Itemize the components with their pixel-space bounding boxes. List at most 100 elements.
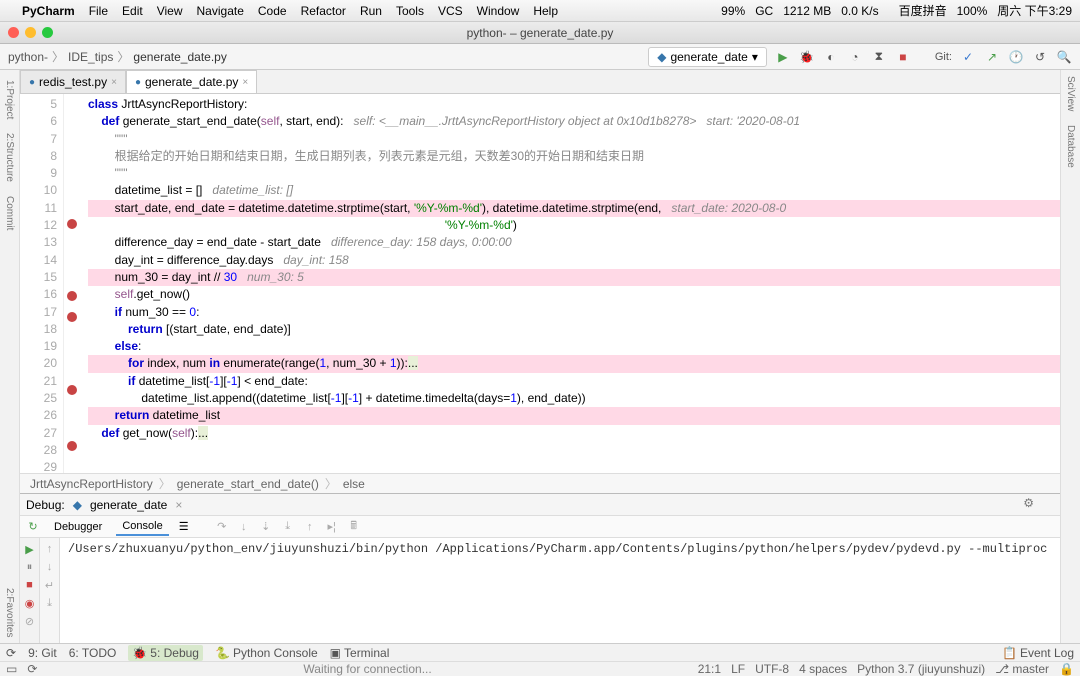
run-configuration-select[interactable]: ◆ generate_date ▾ <box>648 47 767 67</box>
python-console-tab[interactable]: 🐍 Python Console <box>215 646 318 660</box>
step-over-icon[interactable]: ↷ <box>215 520 229 534</box>
git-toolwindow-tab[interactable]: 9: Git <box>28 646 57 660</box>
debugger-tab[interactable]: Debugger <box>48 519 108 535</box>
right-tool-stripe: SciView Database <box>1060 70 1080 643</box>
resume-icon[interactable]: ▶ <box>23 542 37 556</box>
debug-toolwindow-tab[interactable]: 🐞 5: Debug <box>128 645 203 661</box>
scroll-end-icon[interactable]: ⤓ <box>43 596 57 610</box>
step-out-icon[interactable]: ↑ <box>303 520 317 534</box>
menu-help[interactable]: Help <box>533 4 558 18</box>
app-name[interactable]: PyCharm <box>22 4 75 18</box>
force-step-icon[interactable]: ⤓ <box>281 520 295 534</box>
menu-code[interactable]: Code <box>258 4 287 18</box>
stop-button[interactable]: ■ <box>895 49 911 65</box>
vcs-commit-button[interactable]: ↗ <box>984 49 1000 65</box>
sync-icon[interactable]: ⟳ <box>6 646 16 660</box>
down-stack-icon[interactable]: ↓ <box>43 560 57 574</box>
vcs-update-button[interactable]: ✓ <box>960 49 976 65</box>
step-into-icon[interactable]: ↓ <box>237 520 251 534</box>
pause-icon[interactable]: ⏸ <box>23 560 37 574</box>
debug-toolwindow: ⚙ Debug: ◆ generate_date × ↻ Debugger Co… <box>20 493 1060 643</box>
file-tab-generate-date[interactable]: ● generate_date.py × <box>126 70 257 93</box>
structure-toolwindow-tab[interactable]: 2:Structure <box>2 127 17 188</box>
breadcrumb-file[interactable]: generate_date.py <box>133 50 226 64</box>
console-output[interactable]: /Users/zhuxuanyu/python_env/jiuyunshuzi/… <box>60 538 1060 643</box>
left-tool-stripe: 1:Project 2:Structure Commit 2:Favorites <box>0 70 20 643</box>
hide-toolwindows-icon[interactable]: ▭ <box>6 662 17 676</box>
run-to-cursor-icon[interactable]: ▸¦ <box>325 520 339 534</box>
breakpoint-gutter[interactable] <box>64 94 80 473</box>
close-icon[interactable]: × <box>111 77 117 88</box>
chevron-right-icon: 〉 <box>52 48 64 65</box>
vcs-revert-button[interactable]: ↺ <box>1032 49 1048 65</box>
zoom-window-button[interactable] <box>42 27 53 38</box>
close-icon[interactable]: × <box>242 77 248 88</box>
run-button[interactable]: ▶ <box>775 49 791 65</box>
vcs-history-button[interactable]: 🕐 <box>1008 49 1024 65</box>
close-icon[interactable]: × <box>175 498 182 512</box>
debug-button[interactable]: 🐞 <box>799 49 815 65</box>
python-interpreter[interactable]: Python 3.7 (jiuyunshuzi) <box>857 662 985 676</box>
window-title: python- – generate_date.py <box>467 26 614 40</box>
step-into-my-icon[interactable]: ⇣ <box>259 520 273 534</box>
net-indicator: 0.0 K/s <box>841 4 878 18</box>
context-block[interactable]: else <box>343 477 365 491</box>
todo-toolwindow-tab[interactable]: 6: TODO <box>69 646 117 660</box>
view-breakpoints-icon[interactable]: ◉ <box>23 596 37 610</box>
file-tab-label: redis_test.py <box>39 75 107 89</box>
concurrency-button[interactable]: ⧗ <box>871 49 887 65</box>
breadcrumb-folder[interactable]: IDE_tips <box>68 50 113 64</box>
menu-run[interactable]: Run <box>360 4 382 18</box>
menu-file[interactable]: File <box>89 4 108 18</box>
menu-edit[interactable]: Edit <box>122 4 143 18</box>
line-number-gutter[interactable]: 5678910111213141516171819202125262728293… <box>20 94 64 473</box>
mute-breakpoints-icon[interactable]: ⊘ <box>23 614 37 628</box>
sciview-toolwindow-tab[interactable]: SciView <box>1063 70 1078 117</box>
line-ending[interactable]: LF <box>731 662 745 676</box>
menu-vcs[interactable]: VCS <box>438 4 463 18</box>
project-toolwindow-tab[interactable]: 1:Project <box>2 74 17 125</box>
breadcrumb-project[interactable]: python- <box>8 50 48 64</box>
user-name[interactable]: 周六 下午3:29 <box>997 2 1072 19</box>
file-encoding[interactable]: UTF-8 <box>755 662 789 676</box>
debug-label: Debug: <box>26 498 65 512</box>
event-log-tab[interactable]: 📋 Event Log <box>1002 646 1074 660</box>
menu-window[interactable]: Window <box>477 4 520 18</box>
terminal-tab[interactable]: ▣ Terminal <box>330 646 390 660</box>
git-branch[interactable]: ⎇ master <box>995 662 1049 676</box>
menu-refactor[interactable]: Refactor <box>301 4 346 18</box>
context-class[interactable]: JrttAsyncReportHistory <box>30 477 153 491</box>
commit-toolwindow-tab[interactable]: Commit <box>2 190 17 236</box>
favorites-toolwindow-tab[interactable]: 2:Favorites <box>2 582 17 643</box>
stop-icon[interactable]: ■ <box>23 578 37 592</box>
file-tab-redis-test[interactable]: ● redis_test.py × <box>20 70 126 93</box>
status-message: Waiting for connection... <box>303 662 431 676</box>
menu-navigate[interactable]: Navigate <box>197 4 244 18</box>
gear-icon[interactable]: ⚙ <box>1023 496 1034 510</box>
threads-icon[interactable]: ☰ <box>177 520 191 534</box>
close-window-button[interactable] <box>8 27 19 38</box>
cpu-indicator: 99% <box>721 4 745 18</box>
caret-position[interactable]: 21:1 <box>698 662 721 676</box>
profile-button[interactable]: ◔ <box>847 49 863 65</box>
code-content[interactable]: class JrttAsyncReportHistory: def genera… <box>80 94 1060 473</box>
code-context-bar: JrttAsyncReportHistory 〉 generate_start_… <box>20 473 1060 493</box>
menu-tools[interactable]: Tools <box>396 4 424 18</box>
background-tasks-icon[interactable]: ⟳ <box>27 662 37 676</box>
rerun-icon[interactable]: ↻ <box>26 520 40 534</box>
indent-info[interactable]: 4 spaces <box>799 662 847 676</box>
menu-view[interactable]: View <box>157 4 183 18</box>
lock-icon[interactable]: 🔒 <box>1059 662 1074 676</box>
evaluate-icon[interactable]: 🖩 <box>347 520 361 534</box>
window-titlebar: python- – generate_date.py <box>0 22 1080 44</box>
editor-file-tabs: ● redis_test.py × ● generate_date.py × <box>20 70 1060 94</box>
coverage-button[interactable]: ◐ <box>823 49 839 65</box>
minimize-window-button[interactable] <box>25 27 36 38</box>
soft-wrap-icon[interactable]: ↵ <box>43 578 57 592</box>
database-toolwindow-tab[interactable]: Database <box>1063 119 1078 174</box>
context-function[interactable]: generate_start_end_date() <box>177 477 319 491</box>
up-stack-icon[interactable]: ↑ <box>43 542 57 556</box>
code-editor[interactable]: 5678910111213141516171819202125262728293… <box>20 94 1060 473</box>
search-everywhere-button[interactable]: 🔍 <box>1056 49 1072 65</box>
console-tab[interactable]: Console <box>116 518 168 536</box>
